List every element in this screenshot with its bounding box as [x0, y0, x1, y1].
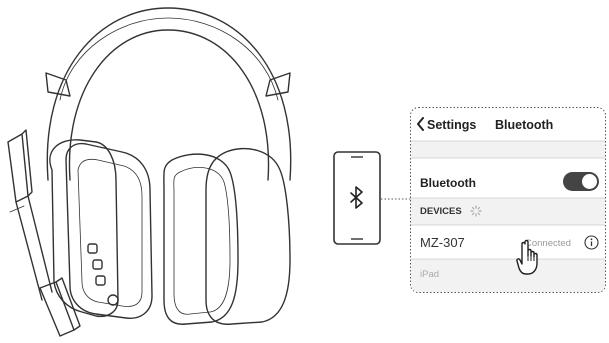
bluetooth-settings-screen: Settings Bluetooth Bluetooth DEVICES MZ-… — [410, 107, 606, 293]
devices-label: DEVICES — [420, 206, 462, 217]
toggle-knob — [581, 173, 598, 190]
bluetooth-label: Bluetooth — [420, 176, 476, 190]
nav-header: Settings Bluetooth — [410, 107, 606, 141]
bluetooth-toggle[interactable] — [563, 172, 599, 191]
headphones-illustration — [7, 7, 292, 337]
bluetooth-icon — [350, 186, 363, 209]
loading-spinner-icon — [470, 205, 482, 217]
page-title: Bluetooth — [495, 118, 554, 132]
device-name: iPad — [420, 269, 440, 280]
info-icon[interactable] — [584, 235, 599, 250]
bluetooth-toggle-row: Bluetooth — [410, 158, 606, 198]
device-row[interactable]: MZ-307 Connected — [410, 225, 606, 259]
devices-section-header: DEVICES — [410, 198, 606, 225]
back-label: Settings — [427, 118, 477, 132]
device-name: MZ-307 — [420, 235, 465, 250]
chevron-left-icon — [417, 117, 424, 131]
back-button[interactable]: Settings — [416, 117, 476, 132]
device-row[interactable]: iPad — [410, 259, 606, 292]
phone-illustration — [333, 151, 381, 245]
pointing-hand-icon — [516, 239, 538, 275]
